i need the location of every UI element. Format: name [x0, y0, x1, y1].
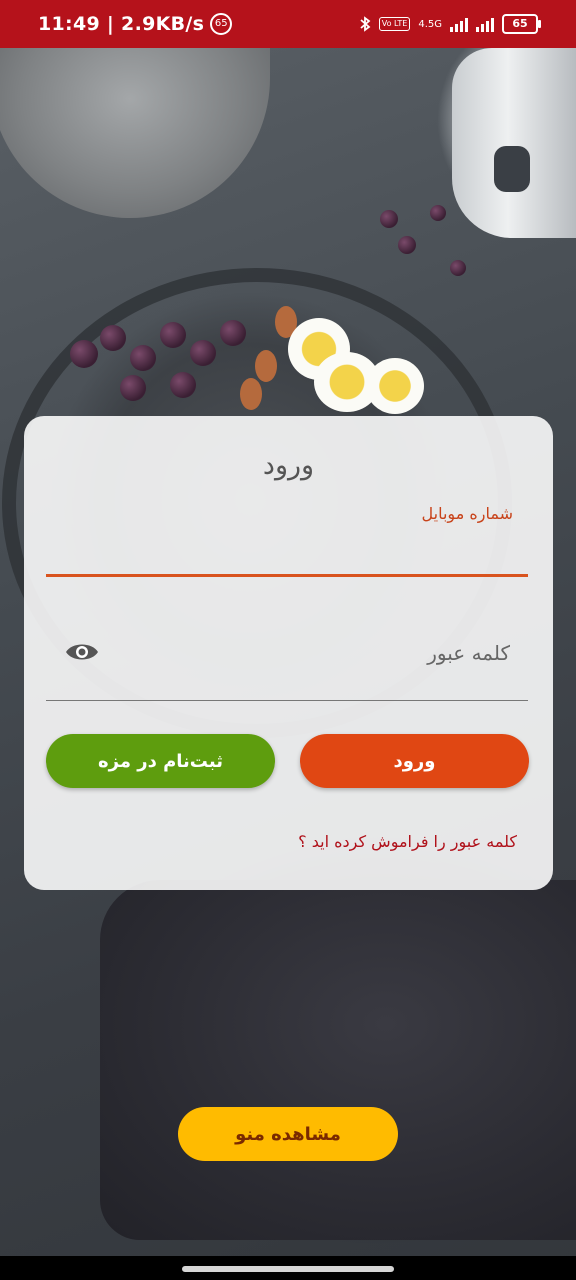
background-grape — [398, 236, 416, 254]
password-field[interactable] — [46, 628, 528, 678]
forgot-password-link[interactable]: کلمه عبور را فراموش کرده اید ؟ — [298, 832, 517, 851]
background-grape — [170, 372, 196, 398]
password-field-underline — [46, 700, 528, 701]
mobile-field-underline — [46, 574, 528, 577]
signal-icon — [450, 16, 468, 32]
background-grape — [450, 260, 466, 276]
background-cloth — [100, 880, 576, 1240]
background-teapot — [452, 48, 576, 238]
view-menu-button[interactable]: مشاهده منو — [178, 1107, 398, 1161]
battery-icon: 65 — [502, 14, 541, 34]
signal-icon — [476, 16, 494, 32]
background-grape — [70, 340, 98, 368]
status-icons: Vo LTE 4.5G 65 — [359, 14, 541, 34]
home-indicator[interactable] — [182, 1266, 394, 1272]
background-grape — [160, 322, 186, 348]
background-egg — [366, 358, 424, 414]
status-bar: 11:49 | 2.9KB/s 65 Vo LTE 4.5G 65 — [0, 0, 576, 48]
login-card: ورود شماره موبایل ثبت‌نام در مزه ورود کل… — [24, 416, 553, 890]
background-grape — [220, 320, 246, 346]
background-grape — [380, 210, 398, 228]
background-almond — [255, 350, 277, 382]
background-teapot-spout — [494, 146, 530, 192]
signup-button[interactable]: ثبت‌نام در مزه — [46, 734, 275, 788]
background-grape — [120, 375, 146, 401]
background-grape — [190, 340, 216, 366]
mobile-field-label: شماره موبایل — [421, 504, 513, 523]
background-almond — [240, 378, 262, 410]
eye-icon[interactable] — [64, 638, 100, 666]
background-grape — [430, 205, 446, 221]
volte-icon: Vo LTE — [378, 17, 411, 31]
login-button[interactable]: ورود — [300, 734, 529, 788]
bluetooth-icon — [360, 16, 371, 32]
background-grape — [130, 345, 156, 371]
status-time: 11:49 | 2.9KB/s — [38, 13, 205, 35]
network-type: 4.5G — [418, 18, 442, 30]
notification-badge: 65 — [210, 13, 233, 35]
mobile-field[interactable] — [46, 526, 532, 578]
background-grape — [100, 325, 126, 351]
login-title: ورود — [262, 450, 315, 481]
